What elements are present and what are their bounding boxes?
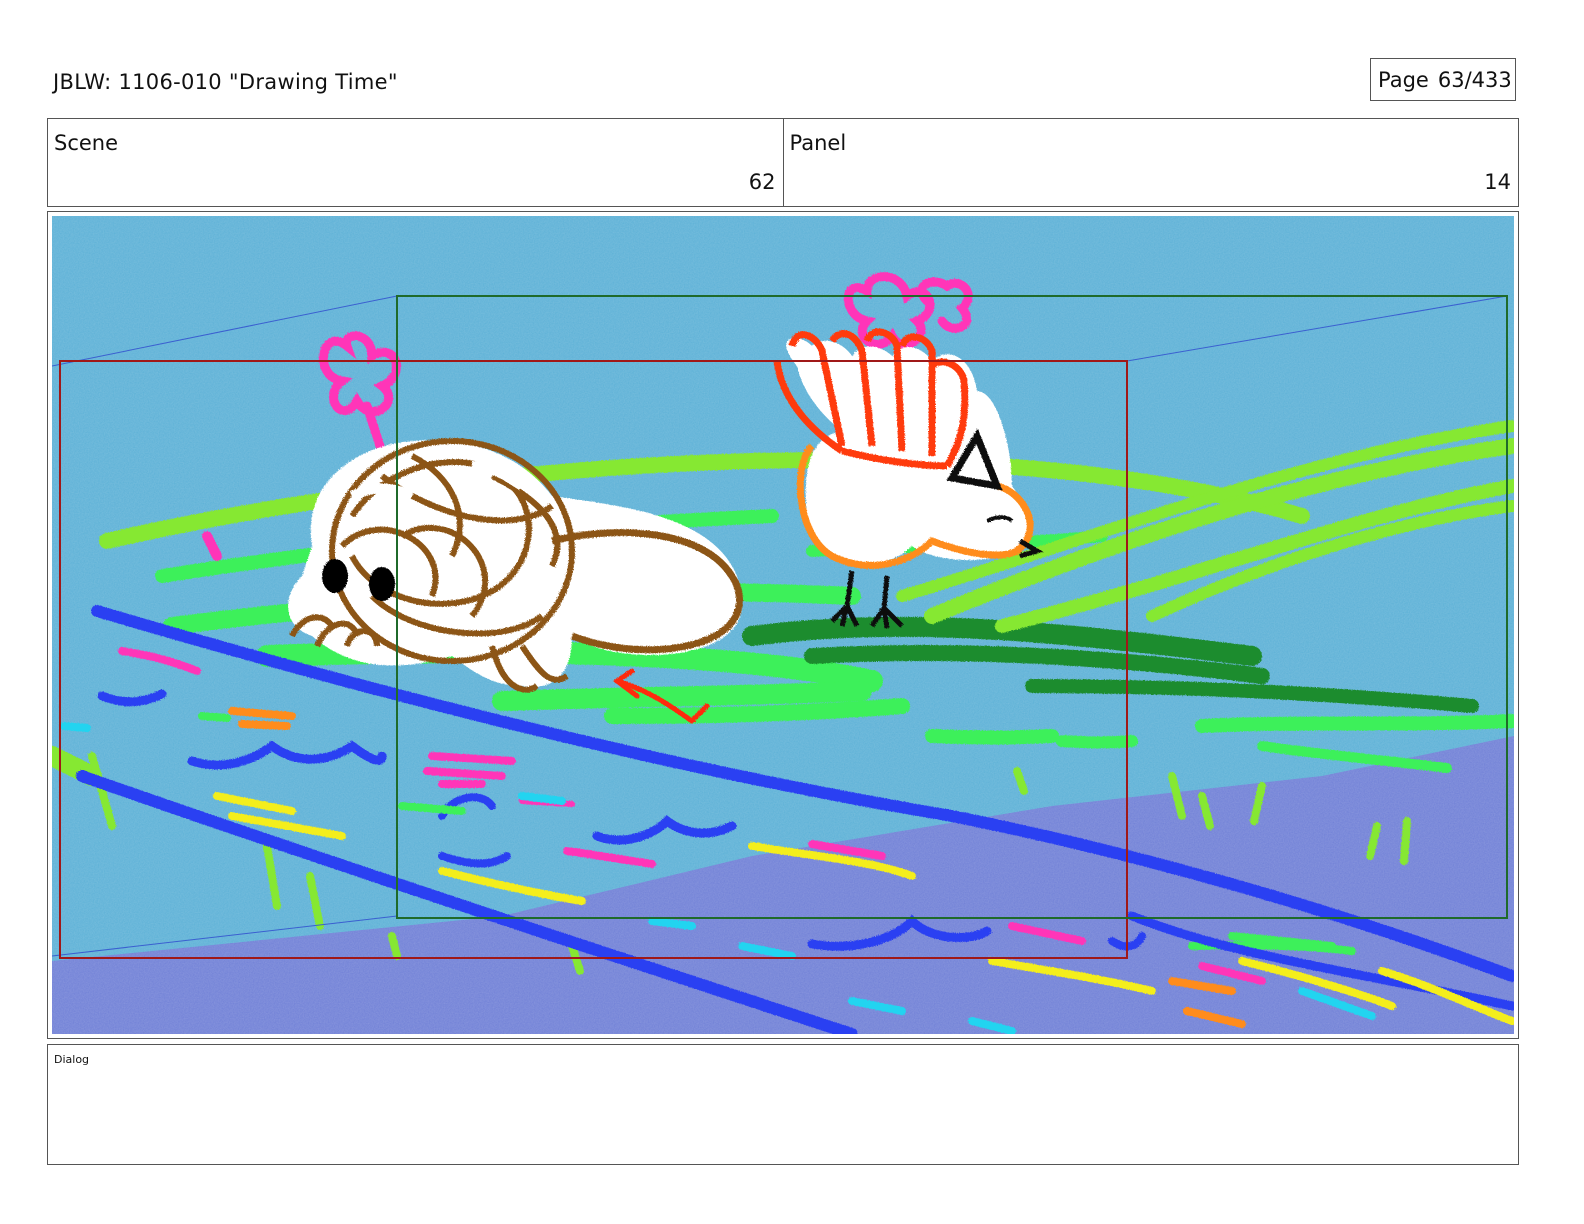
storyboard-panel bbox=[47, 211, 1519, 1039]
panel-cell: Panel 14 bbox=[782, 119, 1519, 206]
panel-artwork bbox=[52, 216, 1514, 1034]
page-indicator: Page 63/433 bbox=[1370, 58, 1516, 101]
dialog-box: Dialog bbox=[47, 1044, 1519, 1165]
scene-cell: Scene 62 bbox=[48, 119, 783, 206]
page-number: 63/433 bbox=[1437, 67, 1512, 92]
dialog-label: Dialog bbox=[54, 1053, 90, 1066]
scene-label: Scene bbox=[54, 131, 119, 155]
scene-panel-info: Scene 62 Panel 14 bbox=[47, 118, 1519, 207]
panel-label: Panel bbox=[789, 131, 847, 155]
document-title: JBLW: 1106-010 "Drawing Time" bbox=[53, 70, 398, 94]
scene-number: 62 bbox=[748, 170, 776, 194]
panel-number: 14 bbox=[1484, 170, 1511, 194]
page-label: Page bbox=[1378, 67, 1429, 92]
